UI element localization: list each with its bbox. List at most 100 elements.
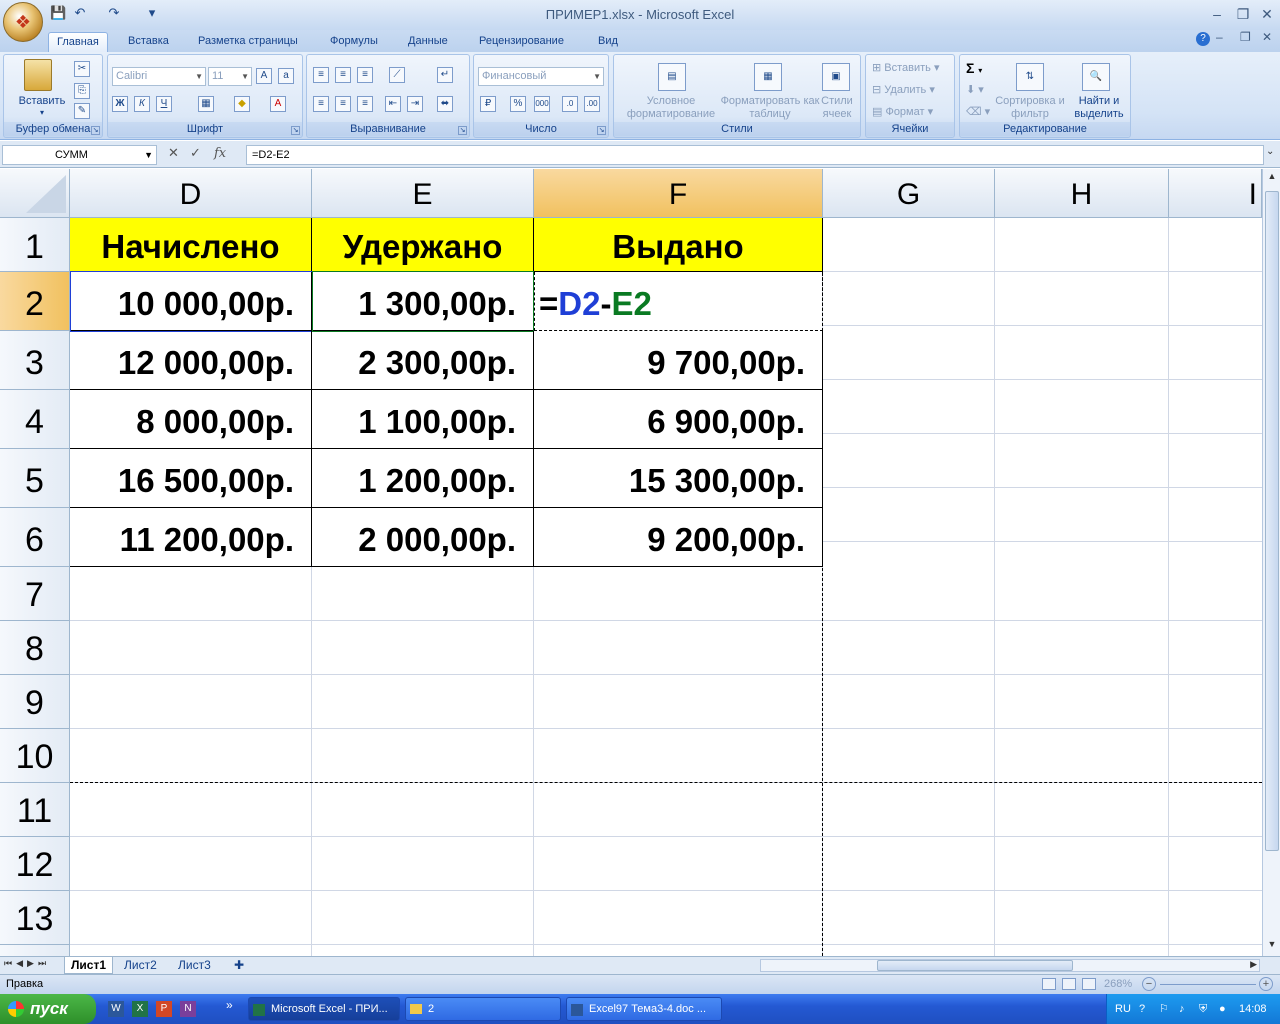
word-quicklaunch-icon[interactable]: W <box>108 1001 124 1017</box>
decrease-decimal-icon[interactable]: .00 <box>584 96 600 112</box>
zoom-level[interactable]: 268% <box>1104 975 1132 993</box>
sort-filter-button[interactable]: Сортировка и фильтр <box>994 95 1066 121</box>
underline-button[interactable]: Ч <box>156 96 172 112</box>
align-bottom-icon[interactable]: ≡ <box>357 67 373 83</box>
font-size-combo[interactable]: 11 ▼ <box>208 67 252 86</box>
currency-format-icon[interactable]: ₽ <box>480 96 496 112</box>
column-header-d[interactable]: D <box>70 169 312 217</box>
name-box[interactable]: СУММ ▼ <box>2 145 157 165</box>
cell-styles-button[interactable]: Стили ячеек <box>814 95 860 121</box>
decrease-indent-icon[interactable]: ⇤ <box>385 96 401 112</box>
language-indicator[interactable]: RU <box>1115 994 1131 1024</box>
alignment-dialog-icon[interactable]: ↘ <box>458 126 467 135</box>
insert-cells-button[interactable]: ⊞ Вставить ▾ <box>872 61 940 74</box>
tab-insert[interactable]: Вставка <box>120 32 177 52</box>
restore-icon[interactable]: ❐ <box>1232 5 1254 23</box>
font-family-combo[interactable]: Calibri ▼ <box>112 67 206 86</box>
cell-f5[interactable]: 15 300,00р. <box>534 449 823 508</box>
row-header-3[interactable]: 3 <box>0 331 70 390</box>
row-header-7[interactable]: 7 <box>0 567 70 621</box>
column-header-e[interactable]: E <box>312 169 534 217</box>
cell-e4[interactable]: 1 100,00р. <box>312 390 534 449</box>
page-layout-view-icon[interactable] <box>1062 978 1076 990</box>
autosum-icon[interactable]: Σ ▾ <box>966 60 982 76</box>
tab-home[interactable]: Главная <box>48 32 108 52</box>
task-word-doc[interactable]: Excel97 Тема3-4.doc ... <box>566 997 722 1021</box>
new-sheet-icon[interactable]: ✚ <box>228 957 250 974</box>
row-header-8[interactable]: 8 <box>0 621 70 675</box>
font-color-icon[interactable]: A <box>270 96 286 112</box>
column-header-f[interactable]: F <box>534 169 823 217</box>
format-cells-button[interactable]: ▤ Формат ▾ <box>872 105 933 118</box>
help-icon[interactable]: ? <box>1196 32 1210 46</box>
cell-f6[interactable]: 9 200,00р. <box>534 508 823 567</box>
row-header-6[interactable]: 6 <box>0 508 70 567</box>
align-top-icon[interactable]: ≡ <box>313 67 329 83</box>
onenote-quicklaunch-icon[interactable]: N <box>180 1001 196 1017</box>
align-middle-icon[interactable]: ≡ <box>335 67 351 83</box>
formula-input[interactable]: =D2-E2 <box>246 145 1264 165</box>
fill-icon[interactable]: ⬇ ▾ <box>966 83 984 96</box>
help-tray-icon[interactable]: ? <box>1139 994 1145 1024</box>
horizontal-scroll-thumb[interactable] <box>877 960 1073 971</box>
cell-e3[interactable]: 2 300,00р. <box>312 331 534 390</box>
percent-format-icon[interactable]: % <box>510 96 526 112</box>
horizontal-scrollbar[interactable]: ▶ <box>760 959 1260 972</box>
security-tray-icon[interactable]: ⛨ <box>1199 994 1207 1024</box>
vertical-scrollbar[interactable]: ▲ ▼ <box>1262 169 1280 956</box>
bold-button[interactable]: Ж <box>112 96 128 112</box>
tab-page-layout[interactable]: Разметка страницы <box>190 32 306 52</box>
qat-customize-icon[interactable]: ▾ <box>144 5 160 21</box>
cell-e2[interactable]: 1 300,00р. <box>312 272 534 331</box>
powerpoint-quicklaunch-icon[interactable]: P <box>156 1001 172 1017</box>
network-tray-icon[interactable]: ⚐ <box>1159 994 1169 1024</box>
borders-icon[interactable]: ▦ <box>198 96 214 112</box>
cell-f4[interactable]: 6 900,00р. <box>534 390 823 449</box>
format-painter-icon[interactable]: ✎ <box>74 103 90 119</box>
zoom-out-icon[interactable]: − <box>1142 977 1156 991</box>
cell-d6[interactable]: 11 200,00р. <box>70 508 312 567</box>
orientation-icon[interactable]: ⟋ <box>389 67 405 83</box>
redo-icon[interactable]: ↷ <box>106 5 122 21</box>
zoom-slider[interactable] <box>1160 984 1256 985</box>
row-header-5[interactable]: 5 <box>0 449 70 508</box>
cell-d5[interactable]: 16 500,00р. <box>70 449 312 508</box>
select-all-corner[interactable] <box>0 169 70 217</box>
antivirus-tray-icon[interactable]: ● <box>1219 994 1226 1024</box>
number-format-combo[interactable]: Финансовый ▼ <box>478 67 604 86</box>
cell-d3[interactable]: 12 000,00р. <box>70 331 312 390</box>
enter-icon[interactable]: ✓ <box>190 145 201 161</box>
column-header-i[interactable]: I <box>1169 169 1262 217</box>
cell-e5[interactable]: 1 200,00р. <box>312 449 534 508</box>
column-header-g[interactable]: G <box>823 169 995 217</box>
workbook-close-icon[interactable]: ✕ <box>1262 30 1272 44</box>
sheet-tab-1[interactable]: Лист1 <box>64 957 114 974</box>
row-header-4[interactable]: 4 <box>0 390 70 449</box>
scroll-down-icon[interactable]: ▼ <box>1265 939 1279 953</box>
name-box-dropdown-icon[interactable]: ▼ <box>144 146 153 164</box>
quicklaunch-more-icon[interactable]: » <box>226 998 233 1012</box>
paste-dropdown-icon[interactable]: ▾ <box>34 108 50 117</box>
undo-icon[interactable]: ↶ <box>72 5 88 21</box>
column-header-h[interactable]: H <box>995 169 1169 217</box>
delete-cells-button[interactable]: ⊟ Удалить ▾ <box>872 83 935 96</box>
italic-button[interactable]: К <box>134 96 150 112</box>
cell-f1[interactable]: Выдано <box>534 218 823 272</box>
excel-quicklaunch-icon[interactable]: X <box>132 1001 148 1017</box>
increase-indent-icon[interactable]: ⇥ <box>407 96 423 112</box>
shrink-font-icon[interactable]: a <box>278 68 294 84</box>
format-as-table-button[interactable]: Форматировать как таблицу <box>720 95 820 121</box>
clear-icon[interactable]: ⌫ ▾ <box>966 105 990 118</box>
row-header-1[interactable]: 1 <box>0 218 70 272</box>
align-center-icon[interactable]: ≡ <box>335 96 351 112</box>
ribbon-restore-icon[interactable]: ❐ <box>1240 30 1251 44</box>
tab-data[interactable]: Данные <box>400 32 456 52</box>
sheet-tab-2[interactable]: Лист2 <box>118 957 163 974</box>
cell-e1[interactable]: Удержано <box>312 218 534 272</box>
cancel-icon[interactable]: ✕ <box>168 145 179 161</box>
ribbon-minimize-icon[interactable]: ‒ <box>1216 30 1223 44</box>
cut-icon[interactable]: ✂ <box>74 61 90 77</box>
wrap-text-icon[interactable]: ↵ <box>437 67 453 83</box>
zoom-in-icon[interactable]: + <box>1259 977 1273 991</box>
save-icon[interactable]: 💾 <box>50 5 66 21</box>
